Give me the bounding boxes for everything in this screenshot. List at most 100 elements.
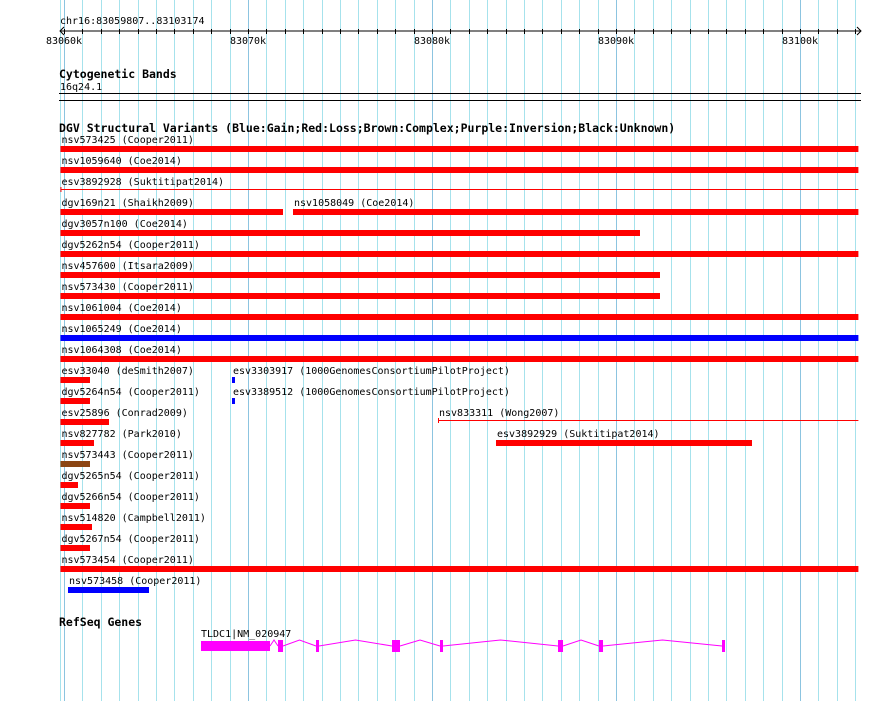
exon <box>278 640 283 652</box>
exon <box>391 640 401 652</box>
sv-feature-label: dgv5264n54 (Cooper2011) <box>61 387 199 398</box>
intron <box>399 639 441 647</box>
gene-model[interactable] <box>201 639 726 652</box>
ruler-tick-label: 83070k <box>230 36 266 47</box>
sv-feature-bar[interactable] <box>60 461 90 467</box>
exon <box>722 640 726 652</box>
sv-feature[interactable]: nsv573454 (Cooper2011) <box>60 555 859 572</box>
ruler-tick-label: 83080k <box>414 36 450 47</box>
sv-feature[interactable]: esv3892929 (Suktitipat2014) <box>495 429 752 446</box>
sv-feature[interactable]: nsv573425 (Cooper2011) <box>60 135 859 152</box>
sv-feature[interactable]: nsv514820 (Campbell2011) <box>60 513 206 530</box>
exon <box>440 640 444 652</box>
sv-feature-label: dgv5266n54 (Cooper2011) <box>61 492 199 503</box>
sv-feature[interactable]: nsv457600 (Itsara2009) <box>60 261 660 278</box>
sv-feature-bar[interactable] <box>60 482 79 488</box>
sv-feature[interactable]: nsv573443 (Cooper2011) <box>60 450 194 467</box>
sv-feature[interactable]: esv3389512 (1000GenomesConsortiumPilotPr… <box>231 387 510 404</box>
sv-feature-label: nsv573458 (Cooper2011) <box>69 576 201 587</box>
sv-feature[interactable]: nsv1061004 (Coe2014) <box>60 303 859 320</box>
sv-feature-label: nsv833311 (Wong2007) <box>439 408 559 419</box>
sv-feature[interactable]: dgv5267n54 (Cooper2011) <box>60 534 200 551</box>
sv-feature-bar[interactable] <box>231 398 235 404</box>
cytoband-track-title[interactable]: Cytogenetic Bands <box>59 67 177 81</box>
sv-feature[interactable]: dgv5266n54 (Cooper2011) <box>60 492 200 509</box>
sv-feature-label: nsv1059640 (Coe2014) <box>61 156 181 167</box>
cytoband-label: 16q24.1 <box>60 82 102 93</box>
sv-feature-label: dgv169n21 (Shaikh2009) <box>61 198 193 209</box>
sv-feature[interactable]: nsv827782 (Park2010) <box>60 429 182 446</box>
sv-feature-label: esv3303917 (1000GenomesConsortiumPilotPr… <box>233 366 510 377</box>
sv-feature-bar[interactable] <box>60 566 859 572</box>
sv-feature-bar[interactable] <box>60 209 283 215</box>
sv-feature-label: dgv5265n54 (Cooper2011) <box>61 471 199 482</box>
sv-feature-bar[interactable] <box>495 440 752 446</box>
sv-feature[interactable]: nsv573458 (Cooper2011) <box>67 576 201 593</box>
sv-feature-bar[interactable] <box>60 335 859 341</box>
intron <box>562 639 600 647</box>
refseq-track: TLDC1|NM_020947 <box>201 629 726 652</box>
sv-feature-bar[interactable] <box>60 314 859 320</box>
ruler[interactable]: chr16:83059807..83103174 83060k 83070k 830… <box>46 16 862 47</box>
sv-feature-label: dgv5267n54 (Cooper2011) <box>61 534 199 545</box>
sv-feature[interactable]: nsv1059640 (Coe2014) <box>60 156 859 173</box>
sv-feature-bar[interactable] <box>60 503 90 509</box>
sv-feature[interactable]: nsv1058049 (Coe2014) <box>293 198 859 215</box>
dgv-track-title[interactable]: DGV Structural Variants (Blue:Gain;Red:L… <box>59 121 675 135</box>
genome-browser-panel: chr16:83059807..83103174 83060k 83070k 830… <box>46 0 862 701</box>
sv-feature-bar[interactable] <box>60 167 859 173</box>
dgv-track: nsv573425 (Cooper2011) nsv1059640 (Coe201… <box>60 135 859 593</box>
ruler-tick-label: 83100k <box>782 36 818 47</box>
sv-feature-bar[interactable] <box>60 545 90 551</box>
sv-feature-label: nsv514820 (Campbell2011) <box>61 513 206 524</box>
sv-feature[interactable]: dgv5264n54 (Cooper2011) <box>60 387 200 404</box>
sv-feature-label: nsv1061004 (Coe2014) <box>61 303 181 314</box>
exon <box>316 640 320 652</box>
intron <box>282 639 317 647</box>
sv-feature[interactable]: nsv1065249 (Coe2014) <box>60 324 859 341</box>
sv-feature-label: esv3389512 (1000GenomesConsortiumPilotPr… <box>233 387 510 398</box>
sv-feature[interactable]: nsv573430 (Cooper2011) <box>60 282 660 299</box>
sv-feature-bar[interactable] <box>60 230 640 236</box>
sv-feature-bar[interactable] <box>60 251 859 257</box>
location-label: chr16:83059807..83103174 <box>60 16 205 27</box>
sv-feature[interactable]: esv33040 (deSmith2007) <box>60 366 194 383</box>
sv-feature-bar[interactable] <box>60 377 90 383</box>
sv-feature-bar[interactable] <box>60 272 660 278</box>
sv-feature-bar[interactable] <box>60 356 859 362</box>
sv-feature-bar[interactable] <box>60 146 859 152</box>
cytoband-track: Cytogenetic Bands 16q24.1 <box>59 67 861 101</box>
refseq-track-title[interactable]: RefSeq Genes <box>59 615 142 629</box>
sv-feature-bar[interactable] <box>60 524 93 530</box>
sv-feature-label: nsv1064308 (Coe2014) <box>61 345 181 356</box>
sv-feature-bar[interactable] <box>60 398 90 404</box>
sv-feature-bar[interactable] <box>231 377 235 383</box>
sv-feature[interactable]: esv25896 (Conrad2009) <box>60 408 188 425</box>
sv-feature-label: dgv3057n100 (Coe2014) <box>61 219 187 230</box>
exon <box>558 640 564 652</box>
sv-feature[interactable]: dgv5265n54 (Cooper2011) <box>60 471 200 488</box>
sv-feature[interactable]: nsv833311 (Wong2007) <box>437 408 859 423</box>
sv-feature-label: nsv573443 (Cooper2011) <box>61 450 193 461</box>
sv-feature-label: esv3892929 (Suktitipat2014) <box>497 429 660 440</box>
ruler-tick-label: 83060k <box>46 36 82 47</box>
sv-feature-label: esv3892928 (Suktitipat2014) <box>61 177 224 188</box>
exon <box>201 641 271 651</box>
sv-feature-bar[interactable] <box>60 293 660 299</box>
sv-feature-bar[interactable] <box>67 587 150 593</box>
sv-feature-label: nsv573454 (Cooper2011) <box>61 555 193 566</box>
sv-feature[interactable]: esv3303917 (1000GenomesConsortiumPilotPr… <box>231 366 510 383</box>
sv-feature[interactable]: dgv5262n54 (Cooper2011) <box>60 240 859 257</box>
sv-feature-bar[interactable] <box>60 440 94 446</box>
sv-feature[interactable]: nsv1064308 (Coe2014) <box>60 345 859 362</box>
sv-feature-bar[interactable] <box>293 209 859 215</box>
sv-feature-bar[interactable] <box>60 419 110 425</box>
sv-feature-label: nsv1065249 (Coe2014) <box>61 324 181 335</box>
sv-feature[interactable]: dgv3057n100 (Coe2014) <box>60 219 640 236</box>
sv-feature-label: esv33040 (deSmith2007) <box>61 366 193 377</box>
sv-feature-label: nsv573425 (Cooper2011) <box>61 135 193 146</box>
sv-feature[interactable]: esv3892928 (Suktitipat2014) <box>60 177 859 192</box>
intron <box>442 639 559 647</box>
sv-feature-label: nsv457600 (Itsara2009) <box>61 261 193 272</box>
sv-feature[interactable]: dgv169n21 (Shaikh2009) <box>60 198 283 215</box>
